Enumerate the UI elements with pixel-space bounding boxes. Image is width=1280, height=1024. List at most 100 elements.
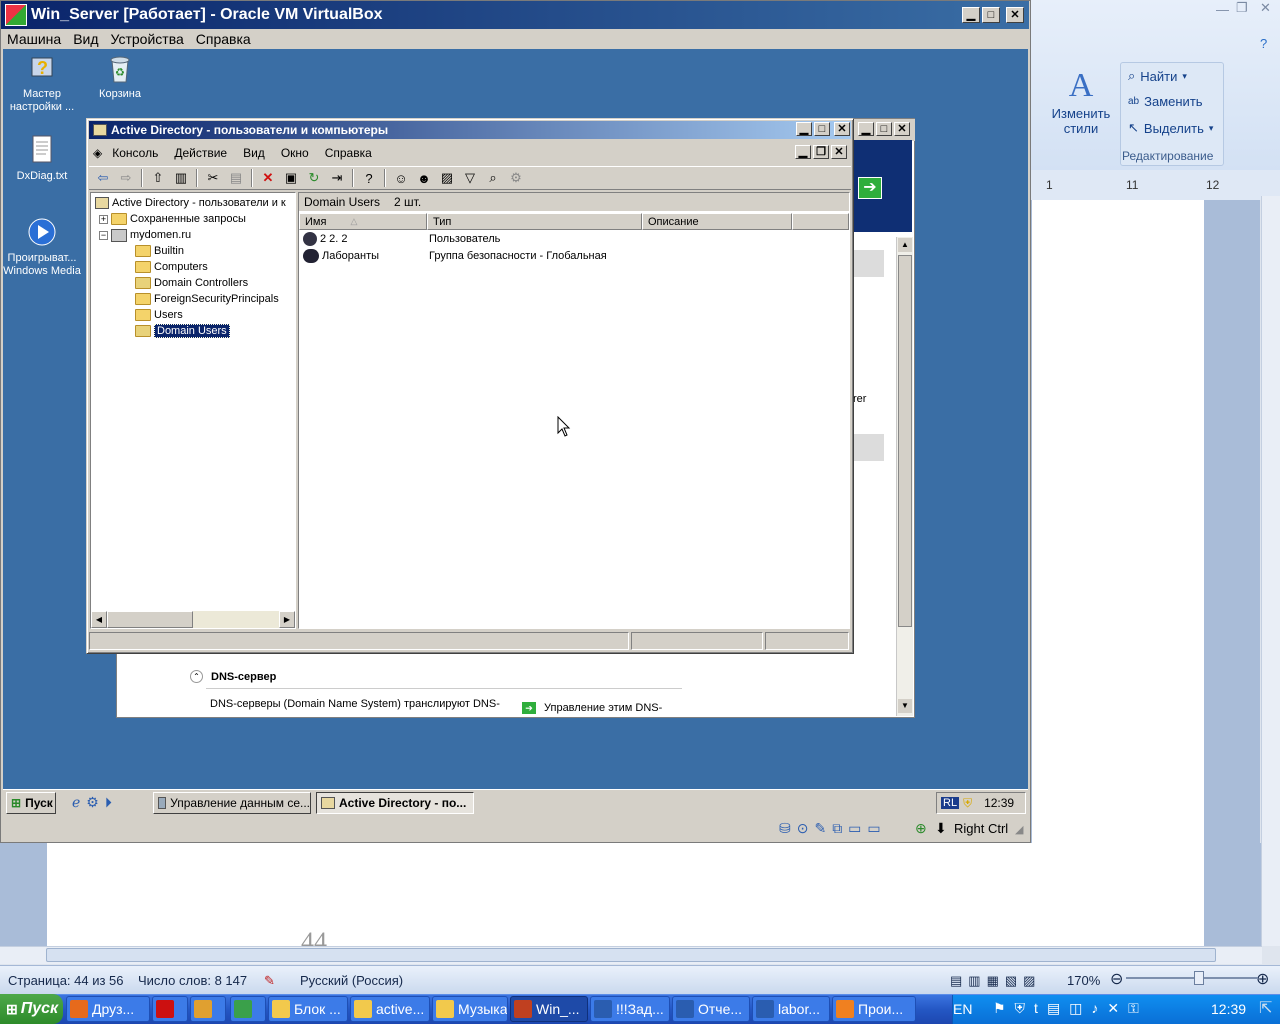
menu-help[interactable]: Справка (190, 29, 257, 49)
scroll-left-icon[interactable]: ◀ (91, 611, 107, 628)
page-counter[interactable]: Страница: 44 из 56 (8, 973, 124, 988)
column-name[interactable]: Имя △ (299, 213, 427, 230)
media-player-icon[interactable]: ⏵ (105, 794, 112, 811)
menu-window[interactable]: Окно (273, 146, 317, 160)
tree-item-domain-users[interactable]: Domain Users (135, 323, 230, 339)
minimize-button[interactable]: ▁ (962, 7, 980, 23)
guest-clock[interactable]: 12:39 (984, 796, 1014, 810)
zoom-in-button[interactable]: ⊕ (1256, 969, 1269, 989)
language-indicator[interactable]: EN (953, 1001, 972, 1017)
up-folder-icon[interactable]: ⇧ (148, 168, 168, 188)
srvmgr-vertical-scrollbar[interactable]: ▲ ▼ (896, 237, 913, 716)
menu-devices[interactable]: Устройства (105, 29, 190, 49)
view-buttons[interactable]: ▤▥▦▧▨ (950, 973, 1041, 989)
filter-icon[interactable]: ▽ (460, 168, 480, 188)
replace-button[interactable]: ab Заменить (1128, 94, 1203, 109)
expand-icon[interactable]: + (99, 214, 108, 224)
host-task-button[interactable]: Блок ... (268, 996, 348, 1022)
vbox-device-icons[interactable]: ⛁⊙✎⧉▭▭ (779, 820, 887, 837)
show-desktop-icon[interactable]: ⇱ (1259, 998, 1272, 1018)
column-description[interactable]: Описание (642, 213, 792, 230)
help-icon[interactable]: ? (359, 168, 379, 188)
help-icon[interactable]: ? (1260, 36, 1267, 51)
scroll-thumb[interactable] (107, 611, 193, 628)
scroll-down-icon[interactable]: ▼ (898, 699, 912, 713)
desktop-icon-dxdiag[interactable]: DxDiag.txt (2, 134, 82, 183)
host-task-button[interactable]: active... (350, 996, 430, 1022)
guest-task-server-manager[interactable]: Управление данным се... (153, 792, 311, 814)
word-hscroll-thumb[interactable] (46, 948, 1216, 962)
tree-root[interactable]: Active Directory - пользователи и к (95, 195, 286, 211)
language-indicator[interactable]: RL (941, 797, 960, 809)
go-arrow-icon[interactable]: ➔ (858, 177, 882, 199)
virtualbox-title-bar[interactable]: Win_Server [Работает] - Oracle VM Virtua… (1, 1, 1029, 29)
child-close-button[interactable]: ✕ (831, 145, 847, 159)
collapse-icon[interactable]: ⌃ (190, 670, 203, 683)
zoom-out-button[interactable]: ⊖ (1110, 969, 1123, 989)
refresh-icon[interactable]: ↻ (304, 168, 324, 188)
host-task-button[interactable] (152, 996, 188, 1022)
tree-item-users[interactable]: Users (135, 307, 183, 323)
host-task-button[interactable]: Прои... (832, 996, 916, 1022)
paste-icon[interactable]: ▤ (226, 168, 246, 188)
desktop-icon-recycle-bin[interactable]: ♻ Корзина (80, 52, 160, 101)
host-task-button[interactable] (230, 996, 266, 1022)
tree-item-builtin[interactable]: Builtin (135, 243, 184, 259)
server-manager-title-bar[interactable]: ▁ □ ✕ (853, 119, 915, 141)
tree-horizontal-scrollbar[interactable]: ◀ ▶ (91, 611, 295, 628)
new-ou-icon[interactable]: ▨ (437, 168, 457, 188)
word-count[interactable]: Число слов: 8 147 (138, 973, 247, 988)
srvmgr-close-button[interactable]: ✕ (894, 122, 910, 136)
security-shield-icon[interactable]: ⛨ (963, 796, 972, 811)
host-task-button[interactable] (190, 996, 226, 1022)
menu-console[interactable]: Консоль (104, 146, 166, 160)
scroll-thumb[interactable] (898, 255, 912, 627)
maximize-button[interactable]: □ (982, 7, 1000, 23)
properties-icon[interactable]: ▣ (281, 168, 301, 188)
resize-grip-icon[interactable]: ◢ (1015, 823, 1023, 836)
tree-item-foreign-security-principals[interactable]: ForeignSecurityPrincipals (135, 291, 279, 307)
new-user-icon[interactable]: ☺ (391, 168, 411, 188)
word-close-button[interactable]: ✕ (1260, 0, 1271, 16)
desktop-icon-setup-wizard[interactable]: ? Мастер настройки ... (2, 52, 82, 114)
mmc-title-bar[interactable]: Active Directory - пользователи и компью… (89, 121, 851, 139)
table-row[interactable]: 2 2. 2 Пользователь (303, 231, 500, 247)
word-vertical-scrollbar[interactable] (1261, 196, 1280, 946)
close-button[interactable]: ✕ (1006, 7, 1024, 23)
menu-view[interactable]: Вид (235, 146, 273, 160)
zoom-slider[interactable] (1126, 977, 1258, 979)
ie-icon[interactable]: ℯ (72, 794, 80, 811)
add-to-group-icon[interactable]: ⚙ (506, 168, 526, 188)
delete-icon[interactable]: ✕ (258, 168, 278, 188)
column-type[interactable]: Тип (427, 213, 642, 230)
find-button[interactable]: ⌕ Найти ▾ (1128, 68, 1187, 84)
new-group-icon[interactable]: ☻ (414, 168, 434, 188)
show-tree-icon[interactable]: ▥ (171, 168, 191, 188)
cut-icon[interactable]: ✂ (203, 168, 223, 188)
desktop-icon-media-player[interactable]: Проигрыват... Windows Media (2, 216, 82, 278)
tray-icons[interactable]: ⚑⛨t▤◫♪✕⚿ (993, 1000, 1148, 1017)
table-row[interactable]: Лаборанты Группа безопасности - Глобальн… (303, 248, 607, 264)
menu-action[interactable]: Действие (166, 146, 235, 160)
tree-item-domain[interactable]: − mydomen.ru (99, 227, 191, 243)
export-list-icon[interactable]: ⇥ (327, 168, 347, 188)
tree-item-computers[interactable]: Computers (135, 259, 208, 275)
srvmgr-minimize-button[interactable]: ▁ (858, 122, 874, 136)
back-icon[interactable]: ⇦ (93, 168, 113, 188)
forward-icon[interactable]: ⇨ (116, 168, 136, 188)
zoom-level[interactable]: 170% (1067, 973, 1100, 988)
collapse-icon[interactable]: − (99, 230, 108, 240)
word-page[interactable] (1032, 200, 1204, 946)
host-task-button[interactable]: labor... (752, 996, 830, 1022)
word-restore-button[interactable]: ❐ (1236, 0, 1248, 16)
server-manager-icon[interactable]: ⚙ (86, 794, 99, 811)
mouse-integration-icon[interactable]: ⊕ (915, 820, 927, 837)
host-clock[interactable]: 12:39 (1211, 1001, 1246, 1017)
mmc-minimize-button[interactable]: ▁ (796, 122, 812, 136)
tree-item-saved-queries[interactable]: + Сохраненные запросы (99, 211, 246, 227)
dns-manage-link[interactable]: ➔ Управление этим DNS- (522, 702, 662, 714)
scroll-right-icon[interactable]: ▶ (279, 611, 295, 628)
menu-help[interactable]: Справка (317, 146, 380, 160)
console-tree[interactable]: Active Directory - пользователи и к + Со… (90, 192, 296, 629)
spellcheck-icon[interactable]: ✎ (264, 973, 275, 989)
